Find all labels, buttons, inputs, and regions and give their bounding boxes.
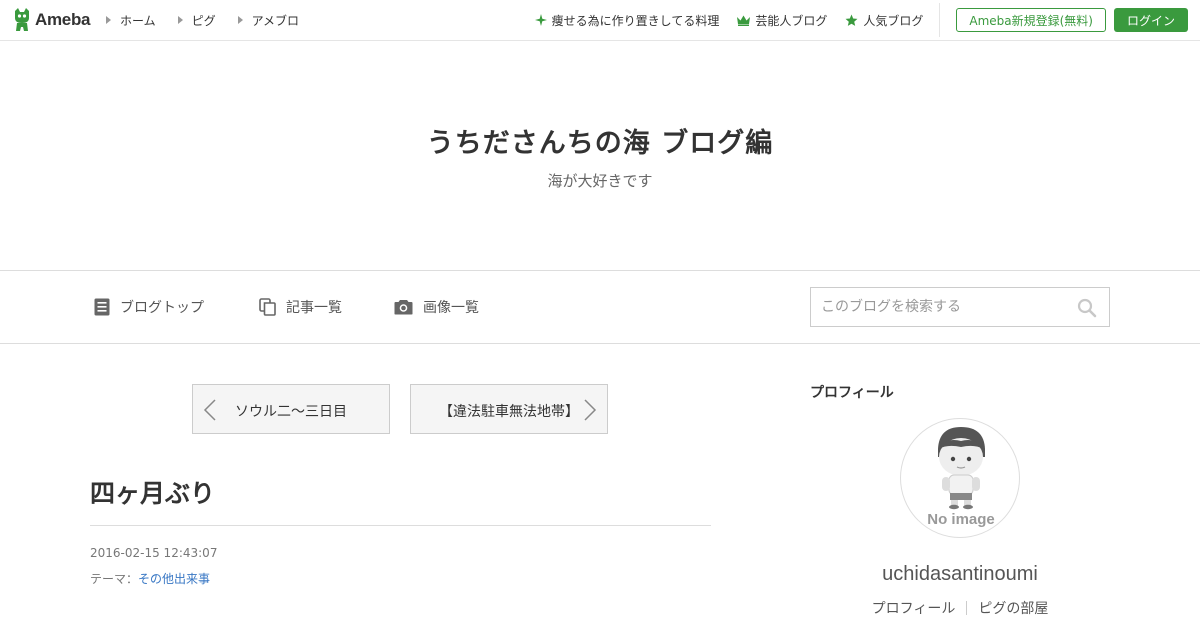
profile-link[interactable]: プロフィール [872, 598, 956, 618]
header-divider [939, 3, 941, 37]
nav-home-label: ホーム [120, 13, 156, 28]
nav-ameblo[interactable]: アメブロ [237, 12, 300, 29]
blog-nav: ブログトップ 記事一覧 画像一覧 [0, 270, 1200, 344]
blog-description: 海が大好きです [547, 172, 653, 190]
link-popular-blogs[interactable]: 人気ブログ [845, 12, 923, 29]
caret-right-icon [237, 16, 243, 24]
pigg-room-link[interactable]: ピグの部屋 [978, 598, 1048, 618]
ameba-logo[interactable]: Ameba [12, 7, 90, 33]
nav-entry-list[interactable]: 記事一覧 [259, 271, 342, 343]
caret-right-icon [106, 16, 111, 24]
link-celebrity-blogs[interactable]: 芸能人ブログ [737, 12, 827, 29]
global-nav: ホーム ピグ アメブロ [106, 0, 321, 40]
blog-header: うちださんちの海 ブログ編 海が大好きです [0, 41, 1200, 270]
profile-username[interactable]: uchidasantinoumi [810, 563, 1110, 586]
search-input[interactable] [811, 288, 1071, 326]
entry-divider [90, 525, 711, 526]
prev-entry-title: ソウル二～三日目 [235, 404, 347, 420]
copy-pages-icon [259, 298, 276, 316]
nav-pigg[interactable]: ピグ [177, 12, 216, 29]
link-popular-label: 人気ブログ [863, 13, 924, 28]
global-header: Ameba ホーム ピグ アメブロ 痩せる為に作り置きしてる料理 芸能人ブログ … [0, 0, 1200, 41]
chevron-right-icon [584, 399, 597, 421]
crown-icon [737, 15, 751, 26]
entry-theme: テーマ：その他出来事 [90, 570, 210, 587]
search-icon[interactable] [1077, 298, 1097, 318]
profile-heading: プロフィール [810, 385, 894, 401]
nav-blog-top[interactable]: ブログトップ [94, 271, 204, 343]
star-icon [845, 14, 858, 26]
nav-image-list[interactable]: 画像一覧 [394, 271, 479, 343]
logo-text: Ameba [35, 10, 91, 29]
camera-icon [394, 300, 413, 315]
chevron-left-icon [203, 399, 216, 421]
link-separator [966, 601, 968, 615]
header-right: 痩せる為に作り置きしてる料理 芸能人ブログ 人気ブログ Ameba新規登録(無料… [534, 0, 1200, 40]
nav-pigg-label: ピグ [191, 13, 216, 28]
register-button[interactable]: Ameba新規登録(無料) [956, 8, 1106, 32]
document-icon [94, 298, 110, 316]
nav-blog-top-label: ブログトップ [120, 300, 204, 316]
link-celebrity-label: 芸能人ブログ [755, 13, 828, 28]
theme-label: テーマ： [90, 572, 139, 586]
entry-title[interactable]: 四ヶ月ぶり [90, 474, 215, 510]
blog-search [810, 287, 1110, 327]
nav-entry-list-label: 記事一覧 [286, 300, 342, 316]
login-button[interactable]: ログイン [1113, 8, 1188, 32]
entry-date: 2016-02-15 12:43:07 [90, 546, 218, 560]
next-entry-button[interactable]: 【違法駐車無法地帯】 [410, 384, 608, 434]
sparkle-icon [534, 14, 547, 26]
avatar[interactable]: No image [900, 418, 1020, 538]
caret-right-icon [177, 16, 183, 24]
ameba-mascot-icon [15, 8, 29, 31]
nav-ameblo-label: アメブロ [251, 13, 300, 28]
theme-link[interactable]: その他出来事 [138, 572, 210, 586]
next-entry-title: 【違法駐車無法地帯】 [439, 404, 579, 420]
nav-home[interactable]: ホーム [106, 12, 156, 29]
link-recipe-label: 痩せる為に作り置きしてる料理 [551, 13, 720, 28]
profile-links: プロフィール ピグの部屋 [810, 598, 1110, 618]
prev-entry-button[interactable]: ソウル二～三日目 [192, 384, 390, 434]
link-recipe[interactable]: 痩せる為に作り置きしてる料理 [534, 12, 720, 29]
no-image-label: No image [927, 511, 995, 528]
nav-image-list-label: 画像一覧 [423, 300, 479, 316]
blog-title[interactable]: うちださんちの海 ブログ編 [0, 121, 1200, 160]
